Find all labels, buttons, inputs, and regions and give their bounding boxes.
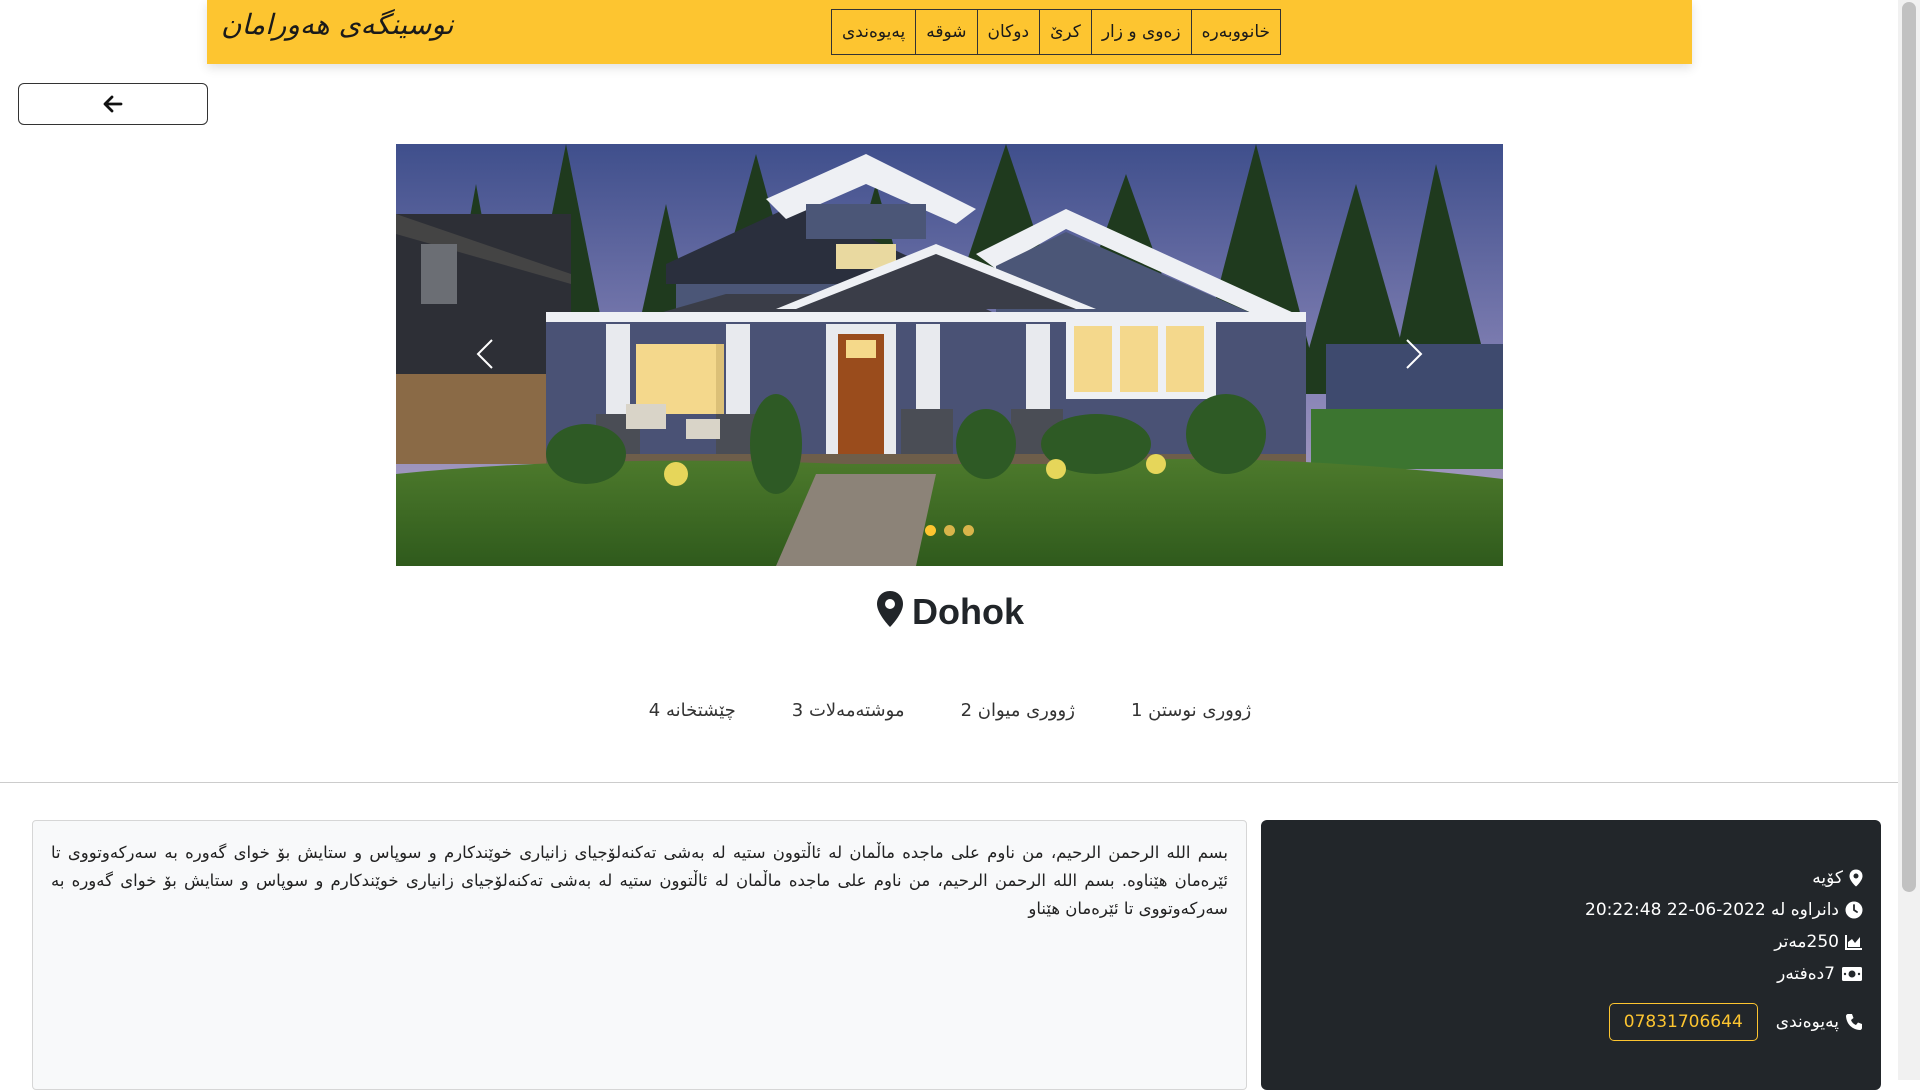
info-location: کۆیە [1812,868,1843,888]
info-location-row: کۆیە [1279,862,1863,894]
property-image-carousel[interactable] [396,144,1503,566]
info-contact-row: پەیوەندی 07831706644 [1279,1000,1863,1044]
property-location-title: Dohok [0,590,1900,633]
house-photo [396,144,1503,566]
location-name: Dohok [912,591,1024,632]
nav-item-contact[interactable]: پەیوەندی [832,10,915,54]
nav-item-rent[interactable]: کرێ [1039,10,1091,54]
info-deed: 7دەفتەر [1777,964,1835,984]
nav-item-land[interactable]: زەوی و زار [1090,10,1191,54]
property-features: ژووری نوستن 1 ژووری میوان 2 موشتەمەلات 3… [0,700,1900,721]
carousel-dot-3[interactable] [963,525,974,536]
phone-icon [1846,1014,1862,1030]
info-area-row: 250مەتر [1279,926,1863,958]
property-description: بسم الله الرحمن الرحيم، من ناوم على ماجد… [32,820,1247,1090]
phone-number-button[interactable]: 07831706644 [1608,1003,1758,1041]
nav-item-apartments[interactable]: شوقە [915,10,976,54]
feature-kitchens: چێشتخانە 4 [648,700,736,721]
money-bill-icon [1842,967,1862,981]
map-marker-icon [877,591,903,627]
section-divider [0,782,1898,783]
feature-amenities: موشتەمەلات 3 [791,700,905,721]
carousel-prev-icon[interactable] [466,334,506,374]
clock-icon [1845,901,1863,919]
info-contact-label: پەیوەندی [1775,1012,1839,1032]
page-scrollbar[interactable] [1898,0,1920,1080]
arrow-left-icon [103,95,123,113]
feature-guest-rooms: ژووری میوان 2 [960,700,1075,721]
carousel-indicators [925,525,974,536]
map-marker-icon [1849,869,1863,887]
info-posted-row: دانراوە لە 2022-06-22 20:22:48 [1279,894,1863,926]
top-navbar: نوسینگەی هەورامان خانووبەرە زەوی و زار ک… [207,0,1692,64]
property-info-card: کۆیە دانراوە لە 2022-06-22 20:22:48 250م… [1261,820,1881,1090]
nav-menu: خانووبەرە زەوی و زار کرێ دوکان شوقە پەیو… [831,9,1282,55]
carousel-next-icon[interactable] [1393,334,1433,374]
area-chart-icon [1845,935,1862,950]
scrollbar-thumb[interactable] [1902,2,1916,892]
brand-logo[interactable]: نوسینگەی هەورامان [221,8,454,41]
info-posted-date: دانراوە لە 2022-06-22 20:22:48 [1585,900,1839,920]
nav-item-houses[interactable]: خانووبەرە [1190,10,1280,54]
carousel-dot-1[interactable] [925,525,936,536]
nav-item-shops[interactable]: دوکان [976,10,1040,54]
carousel-dot-2[interactable] [944,525,955,536]
feature-bedrooms: ژووری نوستن 1 [1130,700,1252,721]
info-area: 250مەتر [1774,932,1839,952]
info-deed-row: 7دەفتەر [1279,958,1863,990]
back-button[interactable] [18,83,208,125]
